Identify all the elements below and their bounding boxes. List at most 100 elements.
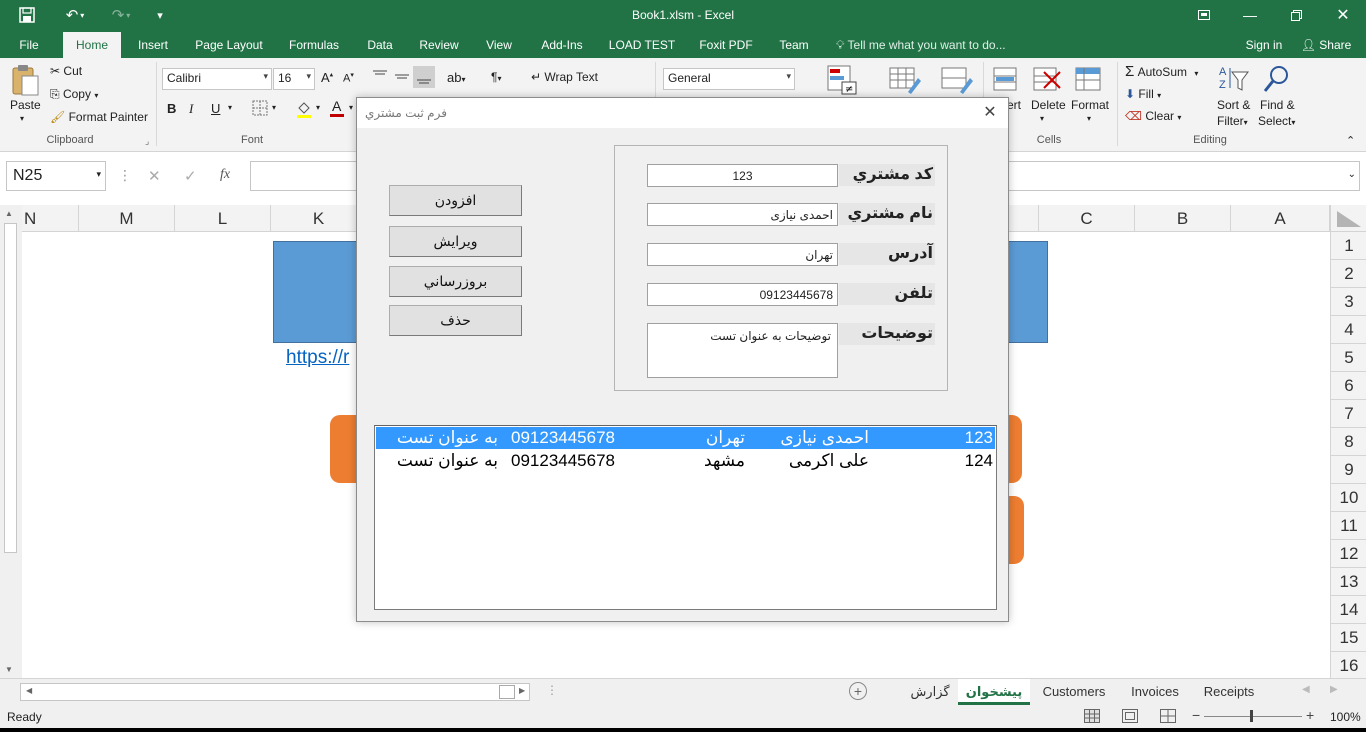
- font-color-icon[interactable]: A: [329, 98, 345, 121]
- previous-sheet-icon[interactable]: ◀: [1302, 684, 1310, 695]
- fill-color-dropdown-icon[interactable]: ▾: [316, 103, 320, 112]
- ribbon-display-options-icon[interactable]: [1186, 4, 1222, 26]
- scroll-down-icon[interactable]: ▼: [5, 665, 13, 674]
- clear-button[interactable]: ⌫ Clear ▾: [1125, 109, 1181, 123]
- dialog-title-bar[interactable]: فرم ثبت مشتري ✕: [357, 98, 1008, 128]
- row-header[interactable]: 4: [1331, 316, 1366, 344]
- conditional-formatting-icon[interactable]: ≠: [826, 64, 858, 99]
- increase-font-icon[interactable]: A▴: [321, 70, 333, 85]
- top-align-icon[interactable]: [371, 68, 389, 87]
- row-header[interactable]: 15: [1331, 624, 1366, 652]
- column-header-l[interactable]: L: [175, 205, 271, 232]
- page-break-view-icon[interactable]: [1160, 709, 1176, 726]
- insert-button[interactable]: ert: [1007, 98, 1021, 112]
- font-color-dropdown-icon[interactable]: ▾: [349, 103, 353, 112]
- tab-insert[interactable]: Insert: [132, 32, 174, 58]
- column-header-c[interactable]: C: [1039, 205, 1135, 232]
- delete-button[interactable]: حذف: [389, 305, 522, 336]
- wrap-text-button[interactable]: ↵ Wrap Text: [531, 70, 598, 84]
- tab-data[interactable]: Data: [363, 32, 397, 58]
- next-sheet-icon[interactable]: ▶: [1330, 684, 1338, 695]
- zoom-level[interactable]: 100%: [1330, 710, 1361, 724]
- insert-cells-icon[interactable]: [992, 64, 1022, 97]
- format-dropdown-icon[interactable]: ▾: [1087, 114, 1091, 123]
- row-header[interactable]: 11: [1331, 512, 1366, 540]
- tab-team[interactable]: Team: [774, 32, 814, 58]
- number-format-select[interactable]: General ▾: [663, 68, 795, 90]
- customers-listbox[interactable]: 123 احمدی نیازی تهران 09123445678 به عنو…: [374, 425, 997, 610]
- clipboard-launcher-icon[interactable]: ⌟: [145, 136, 149, 147]
- cancel-icon[interactable]: ✕: [148, 167, 161, 185]
- sort-filter-label-1[interactable]: Sort &: [1217, 98, 1250, 112]
- font-name-select[interactable]: Calibri ▾: [162, 68, 272, 90]
- magnifier-icon[interactable]: [1262, 64, 1292, 97]
- collapse-ribbon-icon[interactable]: ⌃: [1346, 134, 1355, 147]
- tab-load-test[interactable]: LOAD TEST: [606, 32, 678, 58]
- scroll-up-icon[interactable]: ▲: [5, 209, 13, 218]
- close-icon[interactable]: ✕: [980, 103, 1000, 123]
- row-header[interactable]: 13: [1331, 568, 1366, 596]
- hyperlink[interactable]: https://r: [286, 347, 349, 369]
- tab-add-ins[interactable]: Add-Ins: [536, 32, 588, 58]
- tell-me-search[interactable]: 💡︎ Tell me what you want to do...: [836, 32, 1016, 58]
- font-size-select[interactable]: 16 ▾: [273, 68, 315, 90]
- row-header[interactable]: 3: [1331, 288, 1366, 316]
- zoom-in-icon[interactable]: +: [1306, 707, 1314, 723]
- column-header-k[interactable]: K: [271, 205, 367, 232]
- tab-view[interactable]: View: [482, 32, 516, 58]
- address-input[interactable]: تهران: [647, 243, 838, 266]
- underline-button[interactable]: U: [211, 101, 220, 116]
- cell-styles-icon[interactable]: [940, 64, 974, 99]
- column-header-b[interactable]: B: [1135, 205, 1231, 232]
- close-window-icon[interactable]: ✕: [1325, 4, 1361, 26]
- decrease-font-icon[interactable]: A▾: [343, 71, 354, 85]
- tab-formulas[interactable]: Formulas: [285, 32, 343, 58]
- borders-icon[interactable]: [252, 100, 268, 119]
- zoom-out-icon[interactable]: −: [1192, 707, 1200, 723]
- phone-input[interactable]: 09123445678: [647, 283, 838, 306]
- row-header[interactable]: 7: [1331, 400, 1366, 428]
- enter-icon[interactable]: ✓: [184, 167, 197, 185]
- new-sheet-icon[interactable]: +: [849, 682, 867, 700]
- column-header-n[interactable]: N: [22, 205, 79, 232]
- page-layout-view-icon[interactable]: [1122, 709, 1138, 726]
- copy-button[interactable]: ⎘ Copy ▾: [50, 87, 98, 102]
- middle-align-icon[interactable]: [393, 68, 411, 87]
- format-button[interactable]: Format: [1071, 98, 1109, 112]
- paste-button[interactable]: Paste: [10, 98, 41, 112]
- add-button[interactable]: افزودن: [389, 185, 522, 216]
- cut-button[interactable]: ✂︎ Cut: [50, 64, 82, 78]
- sheet-tab-report[interactable]: گزارش: [904, 679, 956, 705]
- sign-in-link[interactable]: Sign in: [1240, 32, 1288, 58]
- tab-home[interactable]: Home: [63, 32, 121, 58]
- row-header[interactable]: 5: [1331, 344, 1366, 372]
- row-header[interactable]: 16: [1331, 652, 1366, 678]
- bottom-align-icon[interactable]: [413, 66, 435, 88]
- column-header-m[interactable]: M: [79, 205, 175, 232]
- fill-button[interactable]: ⬇︎ Fill ▾: [1125, 87, 1161, 101]
- scroll-left-icon[interactable]: ◀: [26, 686, 32, 695]
- list-item[interactable]: 123 احمدی نیازی تهران 09123445678 به عنو…: [376, 427, 995, 449]
- find-select-label-1[interactable]: Find &: [1260, 98, 1295, 112]
- name-box[interactable]: N25 ▾: [6, 161, 106, 191]
- borders-dropdown-icon[interactable]: ▾: [272, 103, 276, 112]
- scroll-right-icon[interactable]: ▶: [519, 686, 525, 695]
- text-direction-icon[interactable]: ¶▾: [491, 70, 501, 84]
- delete-cells-icon[interactable]: [1032, 64, 1062, 97]
- minimize-icon[interactable]: —: [1232, 4, 1268, 26]
- tab-split-handle[interactable]: ⋮: [546, 683, 558, 697]
- paste-icon[interactable]: [10, 64, 42, 96]
- row-header[interactable]: 2: [1331, 260, 1366, 288]
- fill-color-icon[interactable]: [296, 100, 312, 121]
- sheet-tab-customers[interactable]: Customers: [1034, 679, 1114, 705]
- delete-dropdown-icon[interactable]: ▾: [1040, 114, 1044, 123]
- insert-function-icon[interactable]: fx: [220, 167, 230, 183]
- row-header[interactable]: 9: [1331, 456, 1366, 484]
- autosum-button[interactable]: Σ AutoSum ▾: [1125, 63, 1198, 80]
- tab-foxit-pdf[interactable]: Foxit PDF: [697, 32, 755, 58]
- sort-filter-button[interactable]: Filter▾: [1217, 114, 1248, 128]
- row-header[interactable]: 6: [1331, 372, 1366, 400]
- format-cells-icon[interactable]: [1074, 64, 1104, 97]
- format-painter-button[interactable]: 🖌︎ Format Painter: [50, 110, 148, 124]
- column-header-a[interactable]: A: [1231, 205, 1330, 232]
